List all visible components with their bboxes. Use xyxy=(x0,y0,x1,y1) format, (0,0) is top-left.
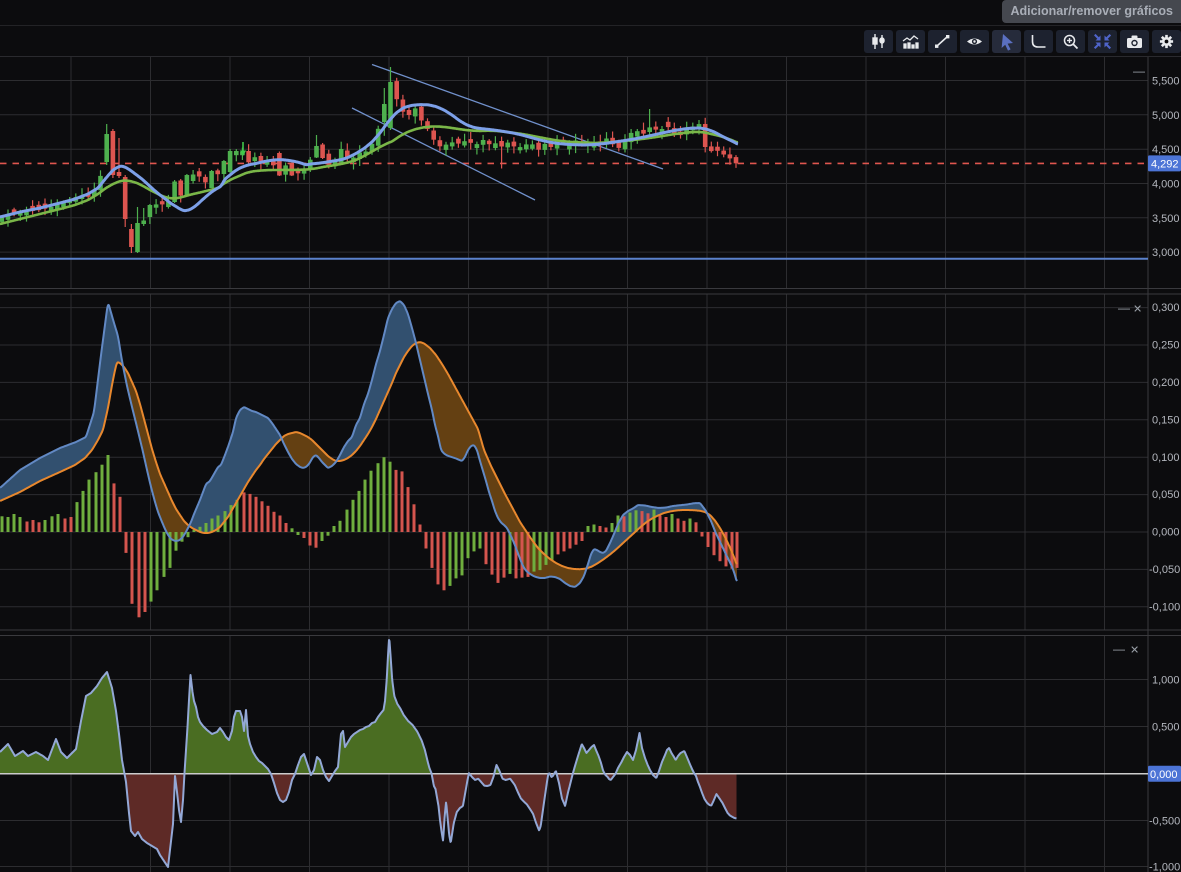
svg-text:3,500: 3,500 xyxy=(1152,213,1180,225)
svg-text:0,300: 0,300 xyxy=(1152,302,1180,314)
svg-text:—: — xyxy=(1133,64,1145,78)
svg-text:0,000: 0,000 xyxy=(1150,769,1178,781)
svg-text:-0,100: -0,100 xyxy=(1149,601,1180,613)
svg-text:-1,000: -1,000 xyxy=(1149,862,1180,872)
svg-text:0,050: 0,050 xyxy=(1152,489,1180,501)
svg-text:4,000: 4,000 xyxy=(1152,179,1180,191)
svg-text:5,000: 5,000 xyxy=(1152,110,1180,122)
svg-text:—: — xyxy=(1113,642,1125,656)
svg-text:—: — xyxy=(1118,301,1130,315)
svg-text:-0,050: -0,050 xyxy=(1149,564,1180,576)
svg-text:0,250: 0,250 xyxy=(1152,340,1180,352)
svg-text:5,500: 5,500 xyxy=(1152,76,1180,88)
svg-text:-0,500: -0,500 xyxy=(1149,816,1180,828)
svg-text:4,292: 4,292 xyxy=(1151,158,1179,170)
svg-text:0,500: 0,500 xyxy=(1152,722,1180,734)
svg-text:0,100: 0,100 xyxy=(1152,452,1180,464)
svg-text:0,200: 0,200 xyxy=(1152,377,1180,389)
svg-text:4,500: 4,500 xyxy=(1152,144,1180,156)
svg-text:0,000: 0,000 xyxy=(1152,527,1180,539)
svg-text:3,000: 3,000 xyxy=(1152,247,1180,259)
svg-text:✕: ✕ xyxy=(1130,645,1139,657)
svg-text:1,000: 1,000 xyxy=(1152,675,1180,687)
svg-text:✕: ✕ xyxy=(1133,304,1142,316)
svg-text:0,150: 0,150 xyxy=(1152,414,1180,426)
